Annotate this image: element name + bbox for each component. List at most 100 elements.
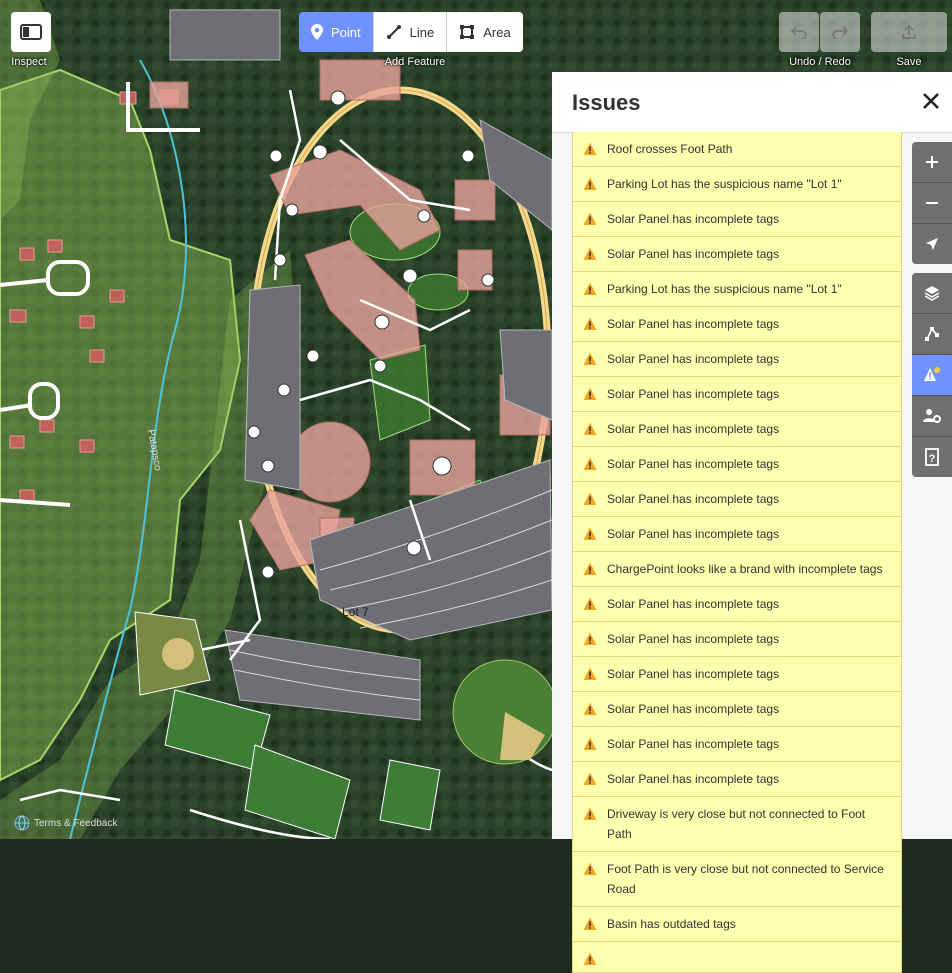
warning-icon <box>583 527 597 540</box>
issue-item[interactable]: Driveway is very close but not connected… <box>572 797 902 852</box>
issue-message: Solar Panel has incomplete tags <box>607 247 780 261</box>
issue-item[interactable]: Solar Panel has incomplete tags <box>572 202 902 237</box>
issue-item[interactable]: Solar Panel has incomplete tags <box>572 587 902 622</box>
warning-icon <box>583 422 597 435</box>
issue-item[interactable]: Solar Panel has incomplete tags <box>572 237 902 272</box>
issue-item[interactable]: Solar Panel has incomplete tags <box>572 762 902 797</box>
terms-feedback-label: Terms & Feedback <box>34 817 118 829</box>
issue-item[interactable]: Solar Panel has incomplete tags <box>572 517 902 552</box>
map-data-icon <box>925 327 939 341</box>
add-area-label: Area <box>483 24 511 40</box>
help-icon: ? <box>925 448 939 466</box>
undo-icon <box>791 26 807 39</box>
warning-icon <box>583 862 597 875</box>
line-icon <box>386 25 401 39</box>
add-line-label: Line <box>409 24 435 40</box>
issue-message: Parking Lot has the suspicious name "Lot… <box>607 282 842 296</box>
issue-item[interactable]: Solar Panel has incomplete tags <box>572 342 902 377</box>
issue-item[interactable]: Solar Panel has incomplete tags <box>572 447 902 482</box>
terms-feedback-link[interactable]: Terms & Feedback <box>14 815 117 831</box>
zoom-out-button[interactable] <box>912 183 952 224</box>
layers-icon <box>924 286 940 301</box>
geolocate-button[interactable] <box>912 224 952 264</box>
warning-icon <box>583 317 597 330</box>
add-line-button[interactable]: Line <box>373 12 448 52</box>
warning-icon <box>583 177 597 190</box>
preferences-icon <box>923 409 941 423</box>
issue-message: Driveway is very close but not connected… <box>607 807 866 841</box>
issue-item[interactable]: Parking Lot has the suspicious name "Lot… <box>572 272 902 307</box>
panel-title: Issues <box>572 90 641 115</box>
issue-message: Solar Panel has incomplete tags <box>607 352 780 366</box>
issues-icon <box>924 367 940 381</box>
add-feature-label: Add Feature <box>384 56 446 68</box>
issue-item[interactable]: Roof crosses Foot Path <box>572 132 902 167</box>
svg-text:?: ? <box>929 453 936 465</box>
warning-icon <box>583 492 597 505</box>
warning-icon <box>583 632 597 645</box>
redo-button[interactable] <box>820 12 860 52</box>
help-pane-button[interactable]: ? <box>912 437 952 477</box>
issue-message: Solar Panel has incomplete tags <box>607 492 780 506</box>
upload-icon <box>902 24 916 39</box>
issues-list: Roof crosses Foot Path Parking Lot has th… <box>572 132 902 973</box>
warning-icon <box>583 457 597 470</box>
add-area-button[interactable]: Area <box>447 12 523 52</box>
save-button[interactable] <box>871 12 947 52</box>
zoom-in-icon <box>926 156 938 168</box>
issue-item[interactable]: Basin has outdated tags <box>572 907 902 942</box>
warning-icon <box>583 702 597 715</box>
warning-icon <box>583 737 597 750</box>
locate-icon <box>926 238 938 250</box>
issue-item[interactable]: Solar Panel has incomplete tags <box>572 377 902 412</box>
warning-icon <box>583 917 597 930</box>
warning-icon <box>583 772 597 785</box>
close-icon[interactable] <box>920 90 942 112</box>
issue-item[interactable]: Parking Lot has the suspicious name "Lot… <box>572 167 902 202</box>
issue-message: Solar Panel has incomplete tags <box>607 527 780 541</box>
issue-message: Solar Panel has incomplete tags <box>607 422 780 436</box>
issue-item[interactable]: Solar Panel has incomplete tags <box>572 622 902 657</box>
panel-header: Issues <box>552 72 952 133</box>
issue-item[interactable]: Solar Panel has incomplete tags <box>572 727 902 762</box>
issue-message: Solar Panel has incomplete tags <box>607 772 780 786</box>
issue-message: Solar Panel has incomplete tags <box>607 702 780 716</box>
zoom-in-button[interactable] <box>912 142 952 183</box>
warning-icon <box>583 247 597 260</box>
svg-text:Lot 7: Lot 7 <box>342 605 369 619</box>
issue-item[interactable]: Solar Panel has incomplete tags <box>572 412 902 447</box>
warning-icon <box>583 212 597 225</box>
map-data-pane-button[interactable] <box>912 314 952 355</box>
background-pane-button[interactable] <box>912 273 952 314</box>
issue-item[interactable]: Solar Panel has incomplete tags <box>572 307 902 342</box>
warning-icon <box>583 807 597 820</box>
issue-item[interactable] <box>572 942 902 973</box>
issue-message: Solar Panel has incomplete tags <box>607 212 780 226</box>
warning-icon <box>583 952 597 965</box>
issue-item[interactable]: ChargePoint looks like a brand with inco… <box>572 552 902 587</box>
issue-item[interactable]: Foot Path is very close but not connecte… <box>572 852 902 907</box>
issue-item[interactable]: Solar Panel has incomplete tags <box>572 482 902 517</box>
issues-pane-button[interactable] <box>912 355 952 396</box>
area-icon <box>460 25 475 39</box>
zoom-out-icon <box>926 202 938 204</box>
save-label: Save <box>896 56 922 68</box>
warning-icon <box>583 667 597 680</box>
issue-message: ChargePoint looks like a brand with inco… <box>607 562 883 576</box>
issue-message: Solar Panel has incomplete tags <box>607 457 780 471</box>
inspect-button[interactable] <box>11 12 51 52</box>
undo-button[interactable] <box>779 12 819 52</box>
inspect-label: Inspect <box>11 56 47 68</box>
issue-message: Solar Panel has incomplete tags <box>607 737 780 751</box>
warning-icon <box>583 282 597 295</box>
issue-message: Solar Panel has incomplete tags <box>607 667 780 681</box>
issue-item[interactable]: Solar Panel has incomplete tags <box>572 692 902 727</box>
add-point-button[interactable]: Point <box>299 12 374 52</box>
preferences-pane-button[interactable] <box>912 396 952 437</box>
add-feature-group: Point Line Area <box>299 12 523 52</box>
issue-item[interactable]: Solar Panel has incomplete tags <box>572 657 902 692</box>
issues-panel: Issues Roof crosses Foot Path Parking Lot… <box>552 72 952 973</box>
pane-controls: ? <box>912 273 952 477</box>
issue-message: Foot Path is very close but not connecte… <box>607 862 884 896</box>
map-marker-icon <box>311 24 323 40</box>
